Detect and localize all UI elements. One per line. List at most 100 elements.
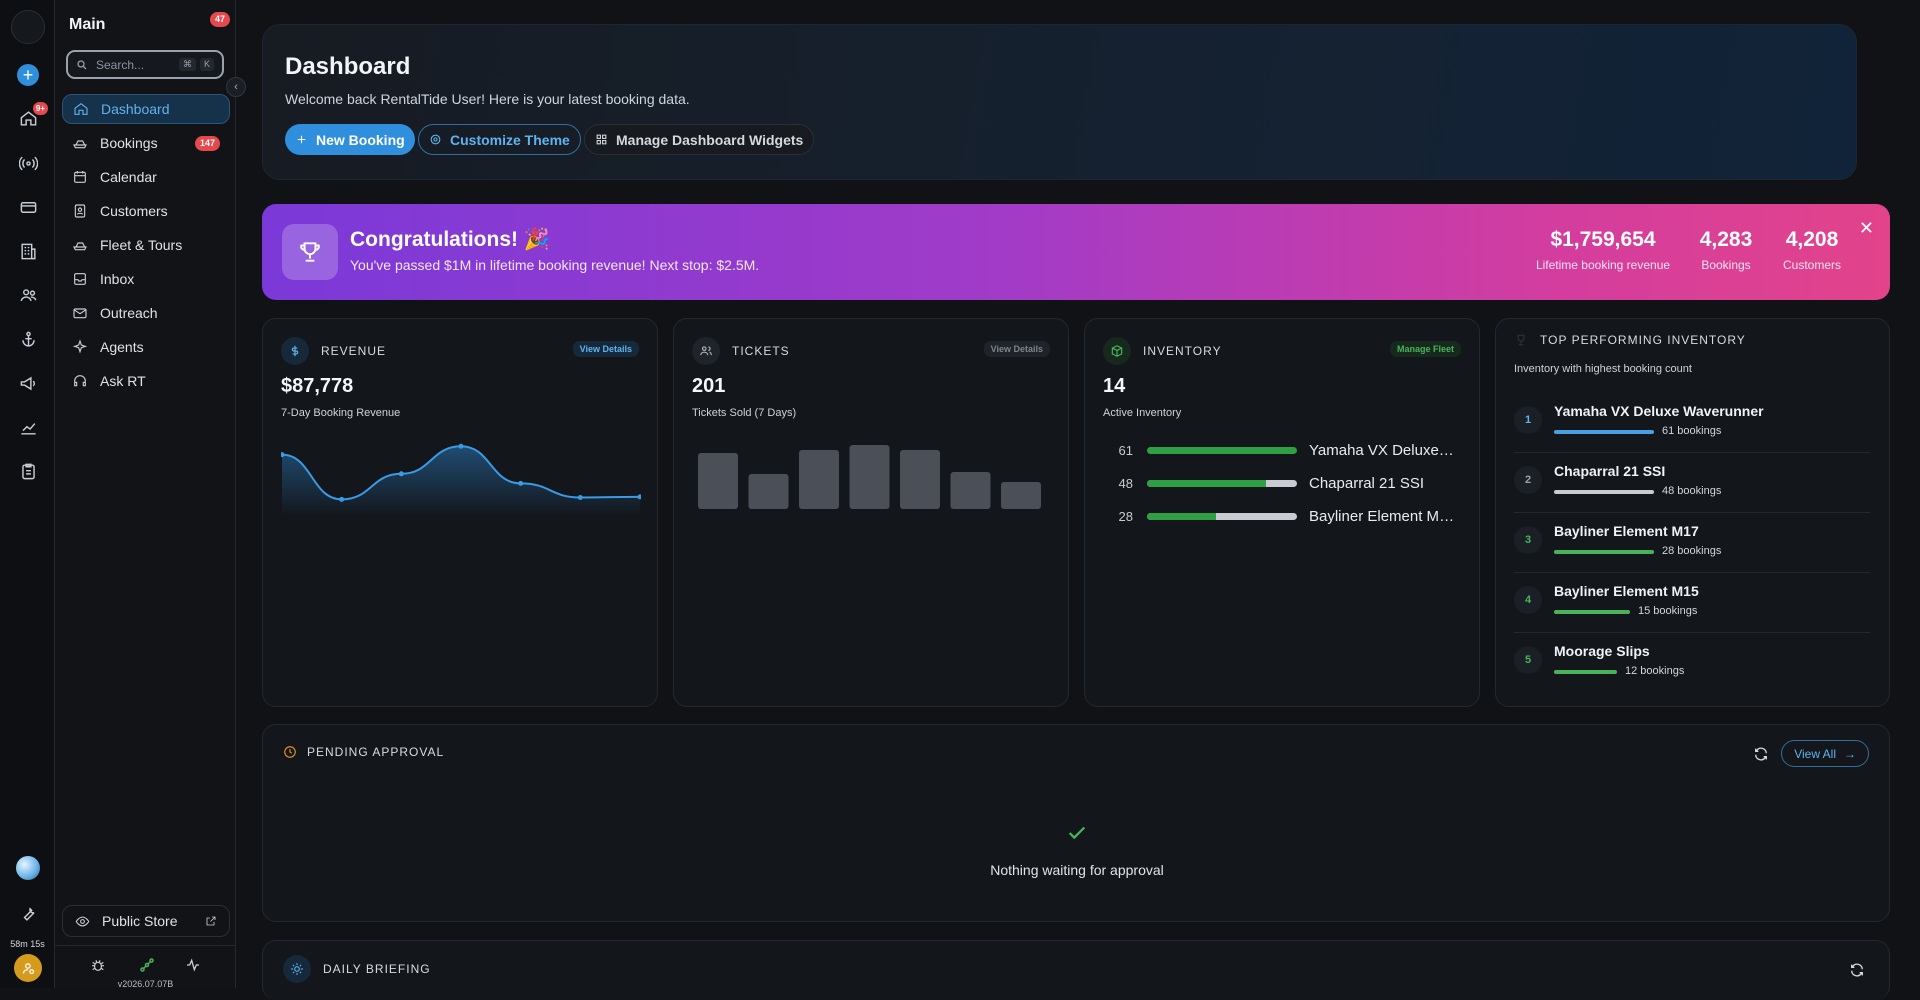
chart-icon[interactable] bbox=[14, 413, 42, 441]
item-name: Bayliner Element M17 bbox=[1554, 523, 1699, 539]
revenue-area bbox=[282, 446, 640, 517]
card-icon[interactable] bbox=[14, 193, 42, 221]
notification-badge[interactable]: 47 bbox=[210, 12, 231, 27]
sun-icon bbox=[283, 955, 311, 983]
sidebar-footer: v2026.07.07B bbox=[55, 945, 236, 989]
revenue-point bbox=[518, 480, 524, 486]
sidebar-item-agents[interactable]: Agents bbox=[62, 332, 230, 362]
clipboard-icon[interactable] bbox=[14, 457, 42, 485]
grid-icon bbox=[596, 134, 607, 145]
item-name: Moorage Slips bbox=[1554, 643, 1650, 659]
inventory-caption: Active Inventory bbox=[1103, 407, 1182, 419]
top-inventory-item[interactable]: 5 Moorage Slips 12 bookings bbox=[1514, 633, 1870, 693]
revenue-header: REVENUE bbox=[321, 344, 387, 358]
bug-icon[interactable] bbox=[90, 957, 106, 973]
assistant-orb-icon[interactable] bbox=[16, 856, 40, 880]
contact-icon bbox=[74, 204, 86, 218]
search-placeholder: Search... bbox=[96, 57, 145, 72]
wrench-icon[interactable] bbox=[14, 899, 42, 927]
item-bar bbox=[1554, 670, 1617, 674]
tickets-header: TICKETS bbox=[732, 344, 790, 358]
customize-theme-button[interactable]: Customize Theme bbox=[418, 124, 581, 155]
inventory-row[interactable]: 48 Chaparral 21 SSI bbox=[1103, 475, 1455, 492]
item-count: 61 bookings bbox=[1662, 425, 1722, 437]
item-bar bbox=[1554, 550, 1654, 554]
activity-icon[interactable] bbox=[185, 957, 201, 973]
rank-badge: 4 bbox=[1514, 586, 1542, 614]
external-link-icon bbox=[206, 916, 216, 926]
revenue-view-details-button[interactable]: View Details bbox=[572, 341, 639, 357]
stat-lifetime-revenue: $1,759,654 Lifetime booking revenue bbox=[1535, 228, 1671, 272]
inventory-row[interactable]: 28 Bayliner Element M17 bbox=[1103, 508, 1455, 525]
sparkles-icon bbox=[72, 339, 88, 354]
sidebar-item-outreach[interactable]: Outreach bbox=[62, 298, 230, 328]
top-inventory-item[interactable]: 1 Yamaha VX Deluxe Waverunner 61 bookings bbox=[1514, 393, 1870, 453]
users-icon[interactable] bbox=[14, 281, 42, 309]
sidebar-item-fleet[interactable]: Fleet & Tours bbox=[62, 230, 230, 260]
sidebar-item-ask-rt[interactable]: Ask RT bbox=[62, 366, 230, 396]
congrats-title: Congratulations! 🎉 bbox=[350, 228, 550, 251]
top-inventory-item[interactable]: 4 Bayliner Element M15 15 bookings bbox=[1514, 573, 1870, 633]
sidebar-item-inbox[interactable]: Inbox bbox=[62, 264, 230, 294]
new-booking-button[interactable]: New Booking bbox=[285, 124, 415, 155]
sidebar-item-calendar[interactable]: Calendar bbox=[62, 162, 230, 192]
plus-icon bbox=[297, 135, 306, 144]
inventory-bar-fill bbox=[1147, 480, 1266, 487]
top-inventory-item[interactable]: 3 Bayliner Element M17 28 bookings bbox=[1514, 513, 1870, 573]
refresh-icon[interactable] bbox=[1849, 962, 1865, 978]
manage-widgets-button[interactable]: Manage Dashboard Widgets bbox=[584, 124, 815, 155]
network-icon[interactable] bbox=[138, 956, 156, 974]
inventory-row[interactable]: 61Yamaha VX Deluxe Waverunner bbox=[1103, 442, 1455, 459]
top-inventory-item[interactable]: 2 Chaparral 21 SSI 48 bookings bbox=[1514, 453, 1870, 513]
revenue-point bbox=[398, 471, 404, 477]
rank-badge: 2 bbox=[1514, 466, 1542, 494]
item-name: Yamaha VX Deluxe Waverunner bbox=[1554, 403, 1764, 419]
anchor-icon[interactable] bbox=[14, 325, 42, 353]
inventory-header: INVENTORY bbox=[1143, 344, 1222, 358]
stat-bookings: 4,283 Bookings bbox=[1699, 228, 1753, 272]
item-name: Bayliner Element M15 bbox=[1554, 583, 1699, 599]
clock-icon bbox=[284, 746, 296, 758]
sidebar: Main 47 Search... ⌘ K Dashboard Bookings 1… bbox=[55, 0, 236, 989]
congrats-banner: Congratulations! 🎉 You've passed $1M in … bbox=[262, 204, 1890, 300]
search-input[interactable]: Search... ⌘ K bbox=[66, 50, 224, 79]
manage-fleet-button[interactable]: Manage Fleet bbox=[1389, 341, 1461, 357]
pending-approval-panel: PENDING APPROVAL View All → Nothing waiti… bbox=[262, 724, 1890, 922]
sidebar-nav: Dashboard Bookings 147 Calendar Customers… bbox=[62, 94, 230, 400]
revenue-value: $87,778 bbox=[281, 375, 354, 397]
search-shortcut: ⌘ K bbox=[178, 58, 214, 71]
item-bar bbox=[1554, 610, 1630, 614]
broadcast-icon[interactable] bbox=[14, 149, 42, 177]
rank-badge: 1 bbox=[1514, 406, 1542, 434]
sidebar-title: Main bbox=[69, 16, 106, 33]
user-avatar[interactable] bbox=[14, 954, 42, 982]
item-count: 28 bookings bbox=[1662, 545, 1722, 557]
sidebar-item-bookings[interactable]: Bookings 147 bbox=[62, 128, 230, 158]
trophy-icon bbox=[282, 224, 338, 280]
home-icon bbox=[74, 102, 88, 115]
tickets-view-details-button[interactable]: View Details bbox=[983, 341, 1050, 357]
mail-icon bbox=[73, 308, 87, 319]
close-icon[interactable]: ✕ bbox=[1859, 218, 1874, 239]
public-store-link[interactable]: Public Store bbox=[62, 905, 230, 937]
home-icon[interactable]: 9+ bbox=[14, 102, 48, 132]
sidebar-item-customers[interactable]: Customers bbox=[62, 196, 230, 226]
megaphone-icon[interactable] bbox=[14, 369, 42, 397]
boat-icon bbox=[73, 140, 87, 149]
item-count: 48 bookings bbox=[1662, 485, 1722, 497]
briefing-header: DAILY BRIEFING bbox=[323, 962, 431, 976]
add-icon[interactable]: + bbox=[14, 61, 42, 89]
item-count: 12 bookings bbox=[1625, 665, 1685, 677]
sidebar-item-dashboard[interactable]: Dashboard bbox=[62, 94, 230, 124]
tickets-value: 201 bbox=[692, 375, 726, 397]
building-icon[interactable] bbox=[14, 237, 42, 265]
workspace-avatar[interactable] bbox=[11, 10, 45, 44]
ticket-bar bbox=[799, 450, 839, 509]
page-title: Dashboard bbox=[285, 53, 411, 80]
view-all-button[interactable]: View All → bbox=[1781, 740, 1869, 767]
ticket-bar bbox=[1001, 482, 1041, 509]
eye-icon bbox=[75, 916, 90, 926]
bookings-badge: 147 bbox=[194, 136, 220, 151]
revenue-card: REVENUE View Details $87,778 7-Day Booki… bbox=[262, 318, 658, 707]
refresh-icon[interactable] bbox=[1753, 746, 1769, 762]
